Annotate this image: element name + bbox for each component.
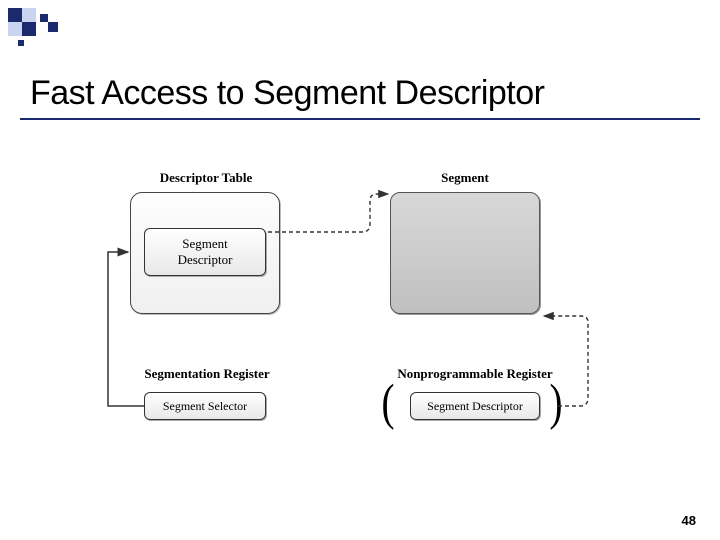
diagram-container: Descriptor Table Segment Segmentation Re… xyxy=(90,170,630,450)
page-number: 48 xyxy=(682,513,696,528)
slide-title: Fast Access to Segment Descriptor xyxy=(30,74,544,113)
label-descriptor-table: Descriptor Table xyxy=(146,170,266,186)
label-nonprogrammable-register: Nonprogrammable Register xyxy=(385,366,565,382)
segment-descriptor-box-2: Segment Descriptor xyxy=(410,392,540,420)
segment-selector-box: Segment Selector xyxy=(144,392,266,420)
title-underline xyxy=(20,118,700,120)
paren-left: ( xyxy=(381,373,394,432)
paren-right: ) xyxy=(549,373,562,432)
label-segmentation-register: Segmentation Register xyxy=(132,366,282,382)
label-segment: Segment xyxy=(430,170,500,186)
segment-box xyxy=(390,192,540,314)
segment-descriptor-box: SegmentDescriptor xyxy=(144,228,266,276)
